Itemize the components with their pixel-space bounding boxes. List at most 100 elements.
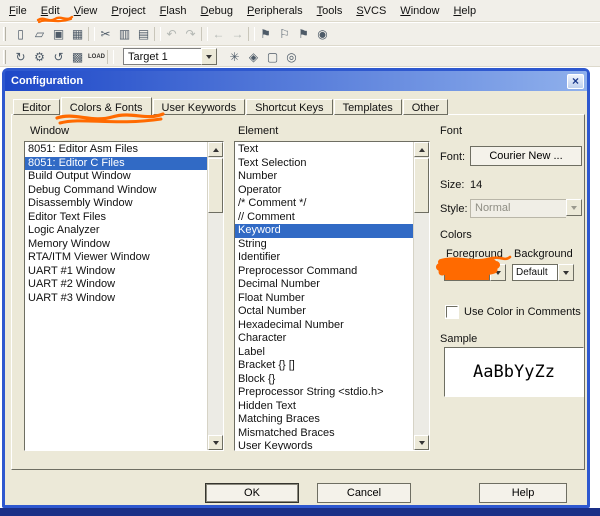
element-list-item[interactable]: /* Comment */ [235,197,413,211]
download-icon[interactable]: LOAD [87,48,106,65]
build-icon[interactable]: ⚙ [30,48,49,65]
element-list-item[interactable]: Mismatched Braces [235,427,413,441]
scroll-up-icon[interactable] [414,142,429,157]
scroll-thumb[interactable] [208,158,223,213]
paste-icon[interactable]: ▤ [134,26,153,43]
tab-shortcut-keys[interactable]: Shortcut Keys [246,99,332,115]
tab-colors-fonts[interactable]: Colors & Fonts [61,97,152,116]
element-list-item[interactable]: Preprocessor String <stdio.h> [235,386,413,400]
chevron-down-icon[interactable] [201,48,217,65]
tab-editor[interactable]: Editor [13,99,60,115]
element-list-item[interactable]: Character [235,332,413,346]
copy-icon[interactable]: ▥ [115,26,134,43]
toolbar-grip[interactable] [3,27,6,41]
element-list-item[interactable]: Preprocessor Command [235,265,413,279]
undo-icon[interactable]: ↶ [162,26,181,43]
new-file-icon[interactable]: ▯ [11,26,30,43]
dialog-titlebar[interactable]: Configuration × [5,71,587,91]
element-list-item[interactable]: Hexadecimal Number [235,319,413,333]
element-list-item[interactable]: Label [235,346,413,360]
navigate-forward-icon[interactable]: → [228,26,247,43]
menu-item[interactable]: Debug [194,2,240,20]
use-color-in-comments-checkbox[interactable] [446,306,458,318]
element-list-item[interactable]: Float Number [235,292,413,306]
save-icon[interactable]: ▣ [49,26,68,43]
element-list-item[interactable]: Number [235,170,413,184]
menu-item[interactable]: SVCS [349,2,393,20]
scroll-thumb[interactable] [414,158,429,213]
tab-user-keywords[interactable]: User Keywords [153,99,246,115]
magic-wand-icon[interactable]: ✳ [225,48,244,65]
chevron-down-icon[interactable] [490,264,506,281]
close-icon[interactable]: × [567,74,584,89]
bookmark-next-icon[interactable]: ⚑ [294,26,313,43]
font-picker-button[interactable]: Courier New ... [470,146,582,166]
window-list-item[interactable]: UART #2 Window [25,278,207,292]
cancel-button[interactable]: Cancel [317,483,411,503]
target-options-icon[interactable]: ◈ [244,48,263,65]
rebuild-icon[interactable]: ↺ [49,48,68,65]
foreground-color-select[interactable] [444,264,506,281]
menu-item[interactable]: Flash [153,2,194,20]
menu-item[interactable]: Help [446,2,483,20]
element-list-item[interactable]: Operator [235,184,413,198]
tab-other[interactable]: Other [403,99,449,115]
cut-icon[interactable]: ✂ [96,26,115,43]
window-list-item[interactable]: Editor Text Files [25,211,207,225]
navigate-back-icon[interactable]: ← [209,26,228,43]
element-list-item[interactable]: Block {} [235,373,413,387]
toolbar-grip[interactable] [3,50,6,64]
element-list-item[interactable]: Octal Number [235,305,413,319]
window-list-item[interactable]: Build Output Window [25,170,207,184]
element-list-item[interactable]: Bracket {} [] [235,359,413,373]
window-list-item[interactable]: 8051: Editor C Files [25,157,207,171]
window-list-item[interactable]: Debug Command Window [25,184,207,198]
element-list-item[interactable]: Decimal Number [235,278,413,292]
window-list-item[interactable]: RTA/ITM Viewer Window [25,251,207,265]
element-list-item[interactable]: User Keywords [235,440,413,450]
element-list-item[interactable]: Text [235,143,413,157]
window-list-item[interactable]: UART #3 Window [25,292,207,306]
bookmark-prev-icon[interactable]: ⚐ [275,26,294,43]
element-list-item[interactable]: Hidden Text [235,400,413,414]
scroll-up-icon[interactable] [208,142,223,157]
element-list-item[interactable]: // Comment [235,211,413,225]
translate-icon[interactable]: ↻ [11,48,30,65]
target-select[interactable]: Target 1 [123,48,217,65]
element-list-item[interactable]: Matching Braces [235,413,413,427]
help-button[interactable]: Help [479,483,567,503]
element-list-item[interactable]: String [235,238,413,252]
batch-build-icon[interactable]: ▩ [68,48,87,65]
open-file-icon[interactable]: ▱ [30,26,49,43]
menu-item[interactable]: Peripherals [240,2,310,20]
chevron-down-icon[interactable] [558,264,574,281]
window-list-item[interactable]: UART #1 Window [25,265,207,279]
scrollbar[interactable] [413,142,429,450]
window-list-item[interactable]: 8051: Editor Asm Files [25,143,207,157]
manage-window-icon[interactable]: ▢ [263,48,282,65]
menu-item[interactable]: File [2,2,34,20]
element-list-item[interactable]: Text Selection [235,157,413,171]
element-list-item[interactable]: Identifier [235,251,413,265]
background-color-select[interactable]: Default [512,264,574,281]
menu-item[interactable]: Tools [310,2,350,20]
element-list-item[interactable]: Keyword [235,224,413,238]
tab-templates[interactable]: Templates [334,99,402,115]
save-all-icon[interactable]: ▦ [68,26,87,43]
menu-item[interactable]: Window [393,2,446,20]
clear-bookmarks-icon[interactable]: ◉ [313,26,332,43]
menu-item[interactable]: Edit [34,2,67,20]
window-list-item[interactable]: Memory Window [25,238,207,252]
window-list-item[interactable]: Logic Analyzer [25,224,207,238]
window-list-item[interactable]: Disassembly Window [25,197,207,211]
menu-item[interactable]: Project [104,2,152,20]
foreground-color-swatch[interactable] [444,264,490,281]
redo-icon[interactable]: ↷ [181,26,200,43]
scroll-down-icon[interactable] [208,435,223,450]
ok-button[interactable]: OK [205,483,299,503]
menu-item[interactable]: View [67,2,105,20]
debug-session-icon[interactable]: ◎ [282,48,301,65]
bookmark-icon[interactable]: ⚑ [256,26,275,43]
scroll-down-icon[interactable] [414,435,429,450]
scrollbar[interactable] [207,142,223,450]
